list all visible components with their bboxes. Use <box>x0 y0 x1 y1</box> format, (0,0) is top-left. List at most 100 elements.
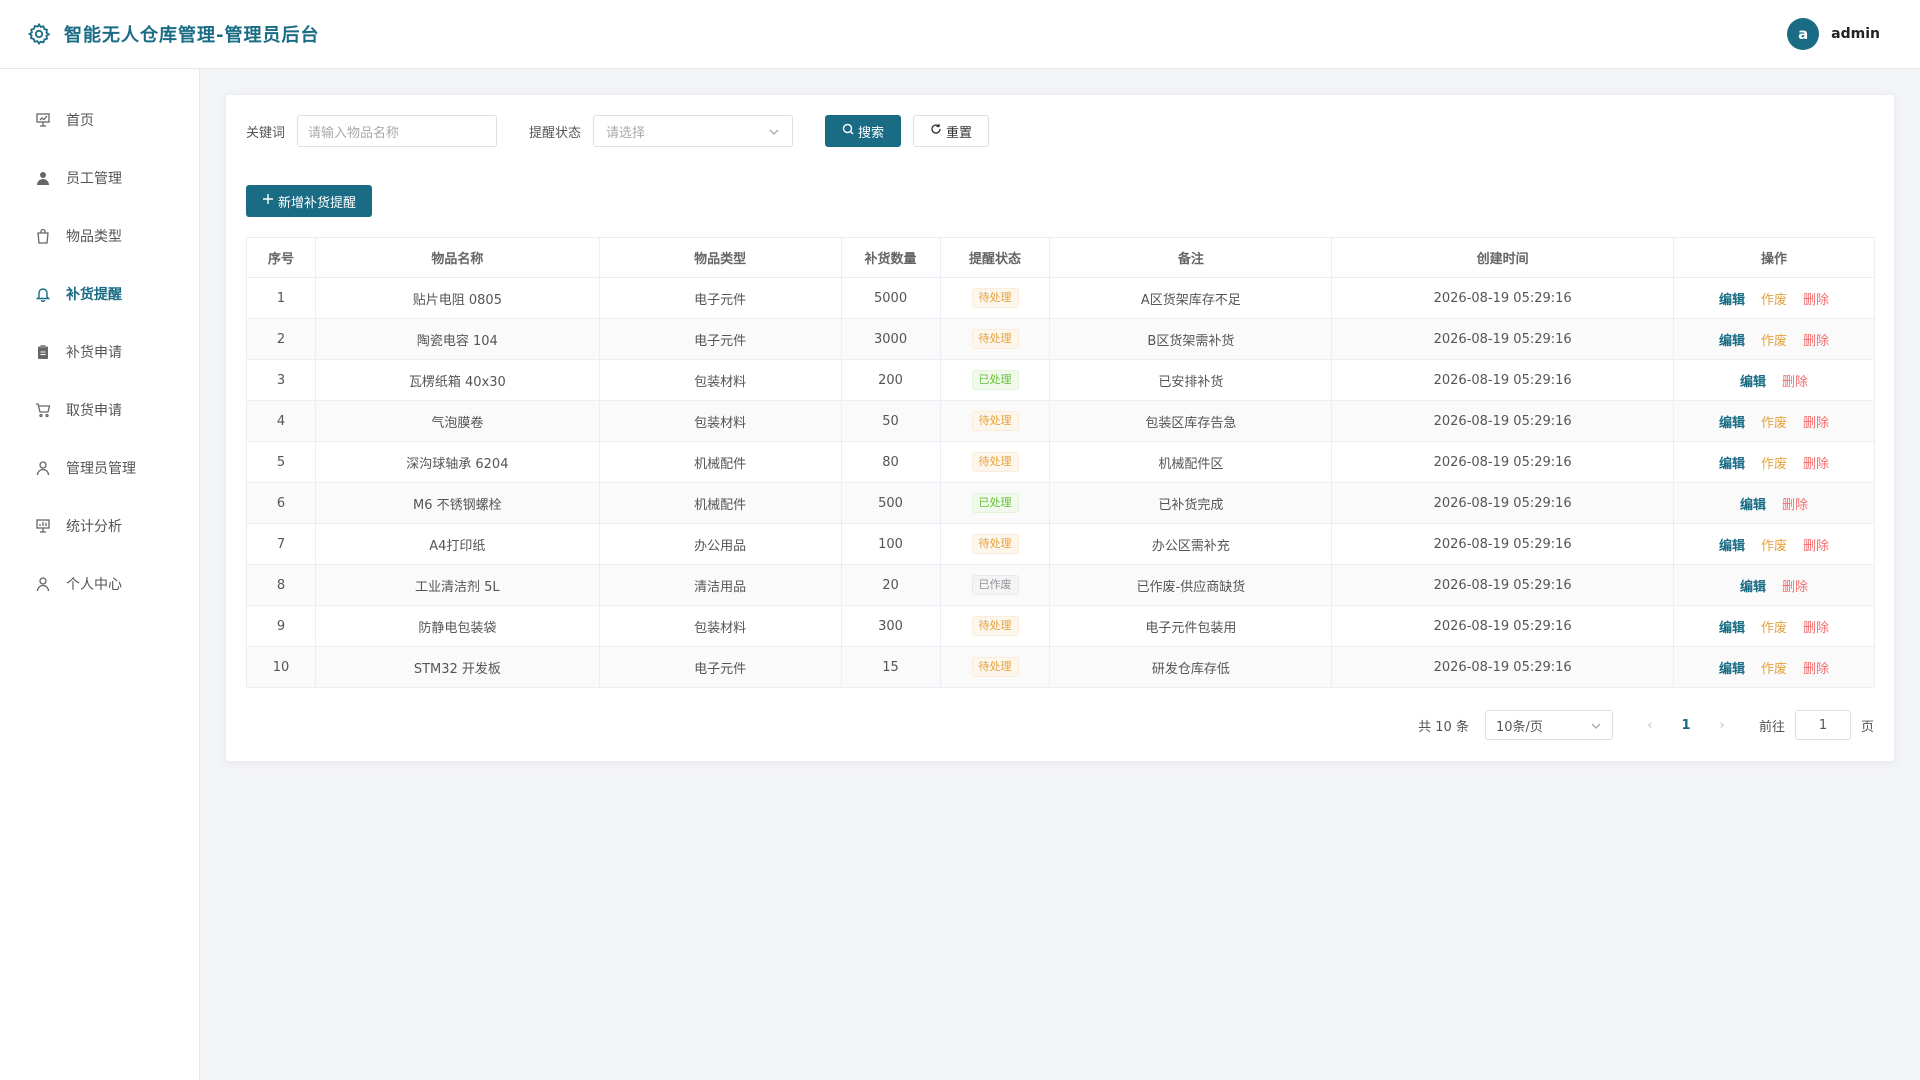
chevron-down-icon <box>768 126 780 142</box>
cell-name: 陶瓷电容 104 <box>314 318 600 360</box>
page-number-current[interactable]: 1 <box>1673 718 1699 733</box>
plus-icon <box>262 193 274 209</box>
edit-button[interactable]: 编辑 <box>1719 535 1745 554</box>
username[interactable]: admin <box>1831 26 1880 42</box>
page-size-select[interactable]: 10条/页 <box>1484 710 1613 740</box>
cell-actions: 编辑 删除 <box>1673 482 1875 524</box>
table-row: 6 M6 不锈钢螺栓 机械配件 500 已处理 已补货完成 2026-08-19 05:29… <box>246 482 1875 524</box>
edit-button[interactable]: 编辑 <box>1740 494 1766 513</box>
cell-type: 机械配件 <box>598 441 842 483</box>
user-menu[interactable]: a admin <box>1787 18 1880 50</box>
cell-note: 已补货完成 <box>1049 482 1333 524</box>
edit-button[interactable]: 编辑 <box>1719 412 1745 431</box>
prev-page-icon[interactable]: ‹ <box>1637 718 1663 733</box>
delete-button[interactable]: 删除 <box>1803 535 1829 554</box>
delete-button[interactable]: 删除 <box>1803 412 1829 431</box>
keyword-input[interactable]: 请输入物品名称 <box>297 115 498 147</box>
status-badge: 待处理 <box>971 288 1019 308</box>
sidebar-item-0[interactable]: 首页 <box>0 91 199 149</box>
cell-actions: 编辑 删除 <box>1673 359 1875 401</box>
edit-button[interactable]: 编辑 <box>1719 289 1745 308</box>
edit-button[interactable]: 编辑 <box>1719 658 1745 677</box>
chart-board-icon <box>34 517 52 535</box>
edit-button[interactable]: 编辑 <box>1740 576 1766 595</box>
void-button[interactable]: 作废 <box>1761 617 1787 636</box>
next-page-icon[interactable]: › <box>1709 718 1735 733</box>
sidebar-item-6[interactable]: 管理员管理 <box>0 439 199 497</box>
cell-note: 包装区库存告急 <box>1049 400 1333 442</box>
sidebar-item-1[interactable]: 员工管理 <box>0 149 199 207</box>
cell-status: 待处理 <box>939 318 1051 360</box>
sidebar-item-8[interactable]: 个人中心 <box>0 555 199 613</box>
status-badge: 待处理 <box>971 616 1019 636</box>
sidebar-item-3[interactable]: 补货提醒 <box>0 265 199 323</box>
edit-button[interactable]: 编辑 <box>1740 371 1766 390</box>
goto-page-input[interactable]: 1 <box>1794 710 1851 740</box>
status-badge: 已作废 <box>971 575 1019 595</box>
sidebar-item-7[interactable]: 统计分析 <box>0 497 199 555</box>
cell-type: 办公用品 <box>598 523 842 565</box>
void-button[interactable]: 作废 <box>1761 535 1787 554</box>
delete-button[interactable]: 删除 <box>1803 658 1829 677</box>
user-solid-icon <box>34 169 52 187</box>
cell-qty: 200 <box>840 359 941 401</box>
cell-type: 电子元件 <box>598 277 842 319</box>
sidebar-item-4[interactable]: 补货申请 <box>0 323 199 381</box>
cell-actions: 编辑 作废 删除 <box>1673 400 1875 442</box>
cell-qty: 3000 <box>840 318 941 360</box>
column-header: 物品类型 <box>598 237 842 278</box>
add-reminder-button[interactable]: 新增补货提醒 <box>246 185 373 217</box>
avatar[interactable]: a <box>1787 18 1820 50</box>
delete-button[interactable]: 删除 <box>1803 617 1829 636</box>
cell-no: 5 <box>246 441 316 483</box>
clipboard-icon <box>34 343 52 361</box>
void-button[interactable]: 作废 <box>1761 453 1787 472</box>
status-badge: 待处理 <box>971 657 1019 677</box>
sidebar-item-2[interactable]: 物品类型 <box>0 207 199 265</box>
cell-name: A4打印纸 <box>314 523 600 565</box>
edit-button[interactable]: 编辑 <box>1719 617 1745 636</box>
status-select[interactable]: 请选择 <box>593 115 794 147</box>
cell-type: 电子元件 <box>598 318 842 360</box>
main-card: 关键词 请输入物品名称 提醒状态 请选择 搜索 重置 新增补货提醒 序号 物品名… <box>225 94 1895 762</box>
cell-note: 办公区需补充 <box>1049 523 1333 565</box>
reset-button[interactable]: 重置 <box>913 115 990 147</box>
sidebar-item-label: 统计分析 <box>66 519 122 535</box>
keyword-label: 关键词 <box>246 125 286 141</box>
void-button[interactable]: 作废 <box>1761 658 1787 677</box>
add-reminder-label: 新增补货提醒 <box>278 195 357 211</box>
cell-type: 包装材料 <box>598 359 842 401</box>
delete-button[interactable]: 删除 <box>1803 453 1829 472</box>
delete-button[interactable]: 删除 <box>1782 494 1808 513</box>
gear-icon <box>26 21 52 47</box>
cell-type: 电子元件 <box>598 646 842 688</box>
cell-note: 已安排补货 <box>1049 359 1333 401</box>
void-button[interactable]: 作废 <box>1761 412 1787 431</box>
status-placeholder: 请选择 <box>606 125 646 141</box>
delete-button[interactable]: 删除 <box>1803 289 1829 308</box>
delete-button[interactable]: 删除 <box>1803 330 1829 349</box>
table-row: 5 深沟球轴承 6204 机械配件 80 待处理 机械配件区 2026-08-19 05:2… <box>246 441 1875 483</box>
cell-time: 2026-08-19 05:29:16 <box>1331 646 1675 688</box>
void-button[interactable]: 作废 <box>1761 289 1787 308</box>
delete-button[interactable]: 删除 <box>1782 371 1808 390</box>
edit-button[interactable]: 编辑 <box>1719 330 1745 349</box>
bell-icon <box>34 285 52 303</box>
cell-status: 待处理 <box>939 523 1051 565</box>
void-button[interactable]: 作废 <box>1761 330 1787 349</box>
cell-actions: 编辑 作废 删除 <box>1673 318 1875 360</box>
cell-actions: 编辑 作废 删除 <box>1673 605 1875 647</box>
cell-actions: 编辑 删除 <box>1673 564 1875 606</box>
sidebar-item-5[interactable]: 取货申请 <box>0 381 199 439</box>
keyword-placeholder: 请输入物品名称 <box>308 125 400 141</box>
cell-time: 2026-08-19 05:29:16 <box>1331 318 1675 360</box>
cell-status: 待处理 <box>939 400 1051 442</box>
status-badge: 待处理 <box>971 411 1019 431</box>
edit-button[interactable]: 编辑 <box>1719 453 1745 472</box>
delete-button[interactable]: 删除 <box>1782 576 1808 595</box>
search-button[interactable]: 搜索 <box>825 115 902 147</box>
cell-type: 机械配件 <box>598 482 842 524</box>
cell-no: 3 <box>246 359 316 401</box>
cell-actions: 编辑 作废 删除 <box>1673 646 1875 688</box>
refresh-icon <box>930 123 942 139</box>
